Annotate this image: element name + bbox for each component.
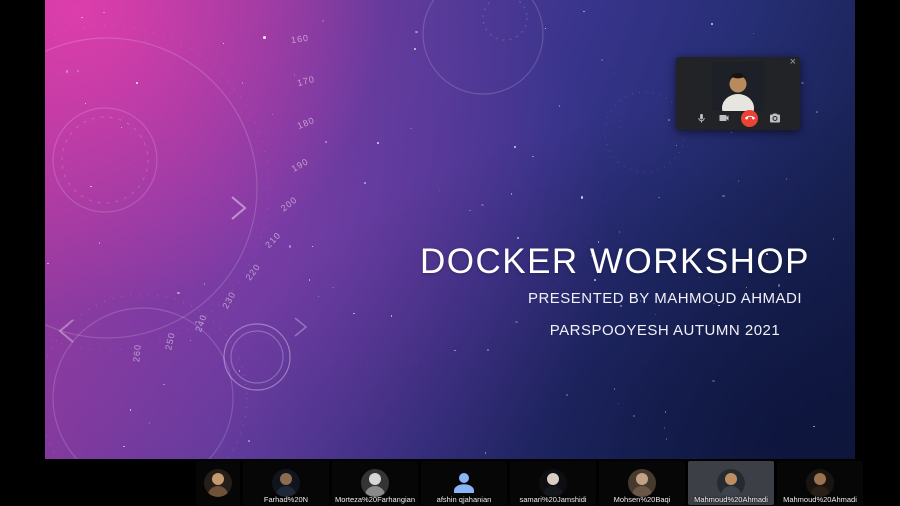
videocam-icon[interactable] [718, 112, 730, 124]
slide-subtitle: PRESENTED BY MAHMOUD AHMADI [527, 290, 803, 307]
avatar [539, 468, 567, 497]
avatar [628, 468, 656, 497]
call-controls [676, 109, 800, 127]
avatar [806, 468, 834, 497]
avatar [272, 468, 300, 497]
call-end-icon[interactable] [741, 109, 758, 127]
meet-window: 160 170 180 190 200 210 220 230 240 250 260 DOCKER… [0, 0, 900, 506]
participant-tile[interactable] [196, 460, 240, 505]
camera-switch-icon[interactable] [769, 112, 781, 124]
protractor-number: 200 [278, 194, 300, 214]
protractor-number: 190 [289, 156, 311, 174]
call-controls-panel: × [676, 56, 800, 130]
protractor-number: 170 [296, 73, 317, 89]
protractor-number: 210 [263, 230, 283, 250]
participant-tile[interactable]: afshin qjahanian [421, 460, 507, 505]
close-icon[interactable]: × [790, 56, 796, 68]
protractor-number: 250 [163, 331, 177, 351]
participant-name: Mahmoud%20Ahmadi [783, 494, 857, 504]
filmstrip: Farhad%20N Morteza%20Farhangian afshin qja… [0, 459, 900, 506]
participant-name: Mohsen%20Baqi [613, 494, 671, 504]
participant-tile[interactable]: Morteza%20Farhangian [332, 460, 418, 505]
protractor-number: 220 [243, 261, 263, 283]
participant-name: Mahmoud%20Ahmadi [694, 494, 768, 504]
participant-tile[interactable]: samari%20Jamshidi [510, 460, 596, 505]
protractor-number: 230 [220, 289, 238, 311]
protractor-number: 180 [295, 114, 317, 132]
participant-name: samari%20Jamshidi [519, 494, 587, 504]
avatar [717, 468, 745, 497]
avatar [361, 468, 389, 497]
slide-title: DOCKER WORKSHOP [419, 242, 811, 281]
participant-tile[interactable]: Farhad%20N [243, 460, 329, 505]
person-icon [454, 472, 474, 493]
protractor-number: 260 [131, 343, 143, 363]
protractor-number: 160 [290, 32, 310, 46]
slide-footer: PARSPOOYESH AUTUMN 2021 [549, 322, 781, 339]
protractor-number: 240 [193, 312, 209, 334]
participant-name: Farhad%20N [263, 494, 309, 504]
avatar [204, 468, 232, 497]
participant-name: afshin qjahanian [436, 494, 492, 504]
participant-tile[interactable]: Mohsen%20Baqi [599, 460, 685, 505]
participant-tile[interactable]: Mahmoud%20Ahmadi [777, 460, 863, 505]
webcam-person [712, 62, 764, 111]
participant-tile[interactable]: Mahmoud%20Ahmadi [688, 460, 774, 505]
mic-icon[interactable] [695, 112, 707, 124]
self-video-thumbnail[interactable] [712, 62, 764, 111]
participant-name: Morteza%20Farhangian [334, 494, 416, 504]
